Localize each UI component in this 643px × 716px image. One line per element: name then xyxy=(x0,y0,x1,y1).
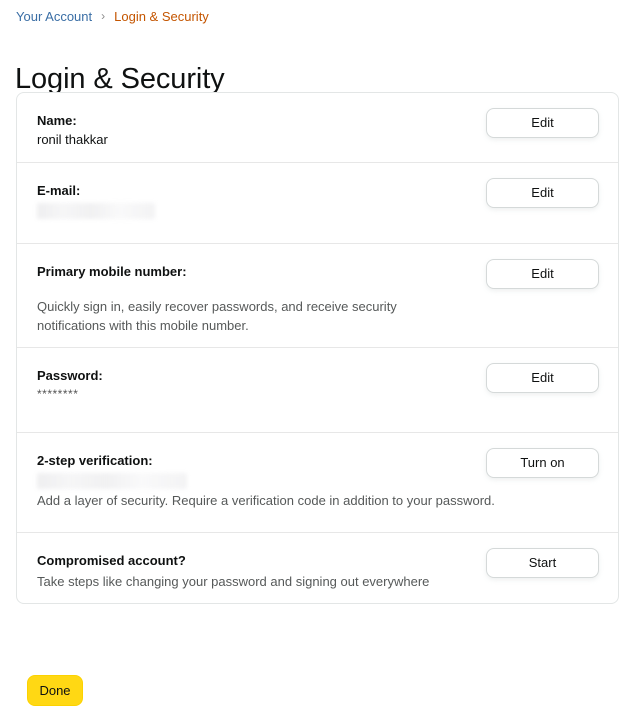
breadcrumb: Your Account › Login & Security xyxy=(16,8,209,25)
row-two-step-verification-status-redacted xyxy=(37,473,187,489)
edit-mobile-number-button[interactable]: Edit xyxy=(486,259,599,289)
edit-name-button[interactable]: Edit xyxy=(486,108,599,138)
edit-email-button[interactable]: Edit xyxy=(486,178,599,208)
row-name: Name: ronil thakkar Edit xyxy=(17,93,618,163)
edit-password-button[interactable]: Edit xyxy=(486,363,599,393)
row-two-step-verification: 2-step verification: Add a layer of secu… xyxy=(17,433,618,533)
breadcrumb-current-login-security: Login & Security xyxy=(114,9,209,24)
row-mobile-number: Primary mobile number: Quickly sign in, … xyxy=(17,244,618,348)
breadcrumb-separator-icon: › xyxy=(101,9,106,23)
row-compromised-account: Compromised account? Take steps like cha… xyxy=(17,533,618,603)
row-password: Password: ******** Edit xyxy=(17,348,618,433)
row-email: E-mail: Edit xyxy=(17,163,618,244)
row-email-value-redacted xyxy=(37,203,155,219)
start-compromised-account-button[interactable]: Start xyxy=(486,548,599,578)
row-compromised-account-description: Take steps like changing your password a… xyxy=(37,574,430,589)
row-two-step-verification-description: Add a layer of security. Require a verif… xyxy=(37,493,495,508)
row-mobile-number-description: Quickly sign in, easily recover password… xyxy=(37,299,397,333)
done-button[interactable]: Done xyxy=(27,675,83,706)
login-security-card: Name: ronil thakkar Edit E-mail: Edit Pr… xyxy=(16,92,619,604)
turn-on-two-step-verification-button[interactable]: Turn on xyxy=(486,448,599,478)
breadcrumb-link-your-account[interactable]: Your Account xyxy=(16,8,92,25)
